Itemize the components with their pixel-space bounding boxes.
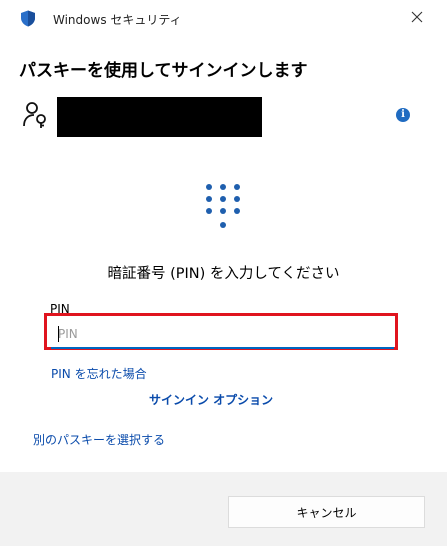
app-title: Windows セキュリティ <box>53 13 182 27</box>
account-key-icon <box>23 102 46 128</box>
dialog-heading: パスキーを使用してサインインします <box>19 61 308 81</box>
title-bar: Windows セキュリティ <box>0 0 447 36</box>
close-icon[interactable] <box>410 10 424 24</box>
signin-options-link[interactable]: サインイン オプション <box>149 391 273 408</box>
choose-other-passkey-link[interactable]: 別のパスキーを選択する <box>33 431 165 448</box>
shield-icon <box>21 10 35 27</box>
keypad-icon <box>206 184 240 228</box>
pin-input[interactable] <box>51 320 394 349</box>
cancel-button[interactable]: キャンセル <box>228 496 425 528</box>
redacted-account-name <box>57 97 262 137</box>
info-icon[interactable]: i <box>396 108 410 122</box>
text-caret <box>58 326 59 342</box>
pin-prompt: 暗証番号 (PIN) を入力してください <box>107 266 340 282</box>
forgot-pin-link[interactable]: PIN を忘れた場合 <box>51 365 147 382</box>
